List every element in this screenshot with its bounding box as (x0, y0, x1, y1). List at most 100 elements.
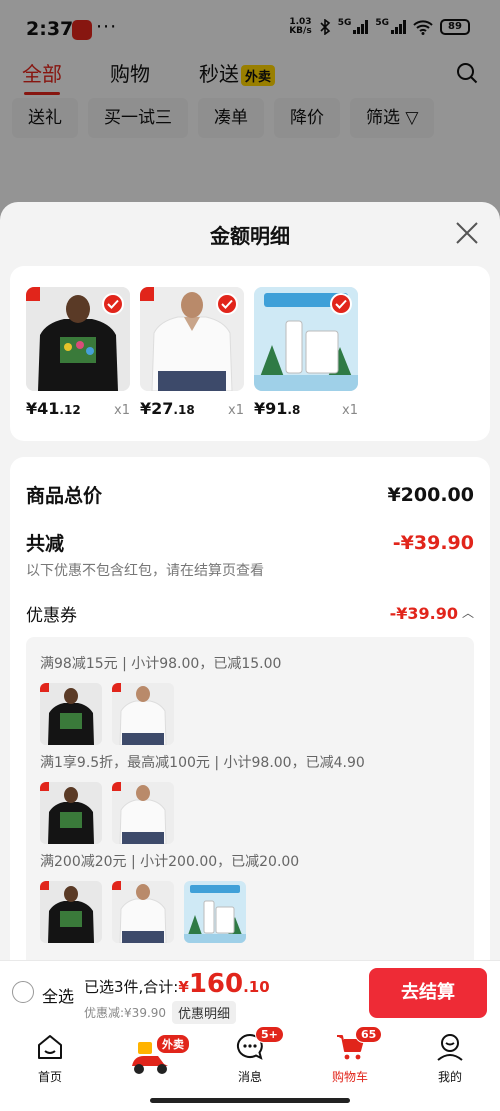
reduce-value: -¥39.90 (392, 531, 474, 554)
profile-icon (435, 1032, 465, 1062)
takeout-tag: 外卖 (241, 65, 276, 86)
chevron-up-icon[interactable]: ︿ (462, 604, 474, 621)
status-bar: 2:37 ··· 1.03 KB/s 5G 5G 89 (0, 0, 500, 52)
coupon-value: -¥39.90 (389, 604, 458, 623)
filter-buy-one-try-three[interactable]: 买一试三 (88, 98, 188, 138)
discount-detail-button[interactable]: 优惠明细 (172, 1001, 237, 1024)
cart-icon: 65 (335, 1026, 383, 1062)
total-value: ¥200.00 (387, 483, 474, 506)
filter-bundle[interactable]: 凑单 (198, 98, 264, 138)
item-quantity: x1 (342, 403, 358, 418)
coupon-line-2: 满1享9.5折，最高减100元 | 小计98.00，已减4.90 (40, 755, 365, 771)
tab-express[interactable]: 秒送 外卖 (199, 58, 276, 87)
app-notification-icon (72, 20, 92, 40)
black-tshirt-thumb (40, 683, 102, 745)
top-tabs: 全部 购物 秒送 外卖 (0, 58, 500, 95)
tab-all[interactable]: 全部 (22, 58, 62, 95)
coupon-items-3 (40, 881, 246, 943)
amount-detail-sheet: 金额明细 ¥41.12 x1 ¥27.18 x1 ¥91.8 x1 商品总价 ¥… (0, 202, 500, 960)
reduce-note: 以下优惠不包含红包，请在结算页查看 (26, 563, 264, 579)
filter-gift[interactable]: 送礼 (12, 98, 78, 138)
total-amount-integer: 160 (188, 969, 244, 999)
signal-icon-1 (353, 20, 369, 34)
scooter-icon: 外卖 (128, 1034, 190, 1078)
coupon-value-group: -¥39.90 ︿ (390, 604, 474, 623)
signal-icon-2 (391, 20, 406, 34)
black-tshirt-thumb (40, 782, 102, 844)
total-row: 商品总价 ¥200.00 (26, 481, 474, 508)
reduce-label: 共减 (26, 533, 65, 555)
tab-profile[interactable]: 我的 (400, 1032, 500, 1085)
sunscreen-thumb (184, 881, 246, 943)
sheet-title: 金额明细 (210, 224, 290, 248)
item-sunscreen[interactable]: ¥91.8 x1 (254, 287, 358, 418)
wifi-icon (413, 19, 433, 35)
funnel-icon: ▽ (405, 108, 419, 128)
white-tshirt-image (140, 287, 244, 391)
coupon-label: 优惠券 (26, 606, 77, 626)
tab-home[interactable]: 首页 (0, 1032, 100, 1085)
home-icon (35, 1032, 65, 1062)
network-type-1: 5G (337, 18, 352, 28)
coupon-row[interactable]: 优惠券 -¥39.90 ︿ (26, 601, 474, 626)
tab-messages[interactable]: 5+ 消息 (200, 1026, 300, 1085)
tab-shopping[interactable]: 购物 (110, 58, 150, 87)
tab-messages-label: 消息 (237, 1070, 262, 1084)
select-all-radio[interactable] (12, 981, 34, 1003)
item-quantity: x1 (114, 403, 130, 418)
item-price: ¥91.8 (254, 399, 301, 418)
filter-screen[interactable]: 筛选 ▽ (350, 98, 435, 138)
total-currency: ¥ (178, 978, 189, 996)
total-label: 商品总价 (26, 485, 103, 507)
selected-summary: 已选3件,合计:¥160.10 (84, 969, 270, 999)
item-white-tshirt[interactable]: ¥27.18 x1 (140, 287, 244, 418)
tab-express-label: 秒送 (199, 62, 239, 86)
item-selected-check-icon[interactable] (216, 293, 238, 315)
checkout-button[interactable]: 去结算 (369, 968, 487, 1018)
black-tshirt-image (26, 287, 130, 391)
message-icon: 5+ (235, 1026, 284, 1062)
coupon-line-1: 满98减15元 | 小计98.00，已减15.00 (40, 656, 282, 672)
coupon-detail-box: 满98减15元 | 小计98.00，已减15.00 满1享9.5折，最高减100… (26, 637, 474, 960)
search-icon[interactable] (456, 62, 478, 84)
reduce-row: 共减 -¥39.90 (26, 529, 474, 556)
tab-cart[interactable]: 65 购物车 (300, 1026, 400, 1085)
discount-line: 优惠减:¥39.90 优惠明细 (84, 1001, 237, 1024)
takeout-badge: 外卖 (156, 1034, 190, 1054)
item-price: ¥41.12 (26, 399, 81, 418)
select-all-label[interactable]: 全选 (42, 983, 74, 1007)
tab-profile-label: 我的 (437, 1070, 462, 1084)
network-type-2: 5G (375, 18, 389, 28)
selected-count-text: 已选3件,合计: (84, 978, 179, 996)
white-tshirt-thumb (112, 683, 174, 745)
bluetooth-icon (320, 19, 330, 35)
item-selected-check-icon[interactable] (330, 293, 352, 315)
item-quantity: x1 (228, 403, 244, 418)
home-indicator (150, 1098, 350, 1103)
item-price: ¥27.18 (140, 399, 195, 418)
coupon-items-2 (40, 782, 174, 844)
white-tshirt-thumb (112, 782, 174, 844)
filter-price-drop[interactable]: 降价 (274, 98, 340, 138)
tab-takeout[interactable]: 外卖 (100, 1032, 200, 1078)
tab-cart-label: 购物车 (331, 1070, 368, 1084)
item-selected-check-icon[interactable] (102, 293, 124, 315)
coupon-line-3: 满200减20元 | 小计200.00，已减20.00 (40, 854, 300, 870)
network-speed: 1.03 KB/s (289, 17, 312, 36)
messages-badge: 5+ (255, 1026, 284, 1043)
filter-screen-label: 筛选 (366, 108, 400, 128)
coupon-items-1 (40, 683, 174, 745)
sunscreen-image (254, 287, 358, 391)
price-summary-card: 商品总价 ¥200.00 共减 -¥39.90 以下优惠不包含红包，请在结算页查… (10, 457, 490, 960)
close-icon[interactable] (454, 220, 480, 246)
more-notifications-icon: ··· (96, 16, 118, 38)
total-amount-decimal: .10 (243, 978, 270, 996)
battery-icon: 89 (440, 19, 470, 35)
discount-text: 优惠减:¥39.90 (84, 1006, 167, 1020)
background-page: 2:37 ··· 1.03 KB/s 5G 5G 89 全部 购物 秒送 外卖 送礼… (0, 0, 500, 220)
status-time: 2:37 (26, 18, 74, 40)
checkout-bar: 全选 已选3件,合计:¥160.10 优惠减:¥39.90 优惠明细 去结算 (0, 960, 500, 1024)
filter-bar: 送礼 买一试三 凑单 降价 筛选 ▽ (12, 98, 435, 138)
cart-badge: 65 (355, 1026, 383, 1043)
item-black-tshirt[interactable]: ¥41.12 x1 (26, 287, 130, 418)
